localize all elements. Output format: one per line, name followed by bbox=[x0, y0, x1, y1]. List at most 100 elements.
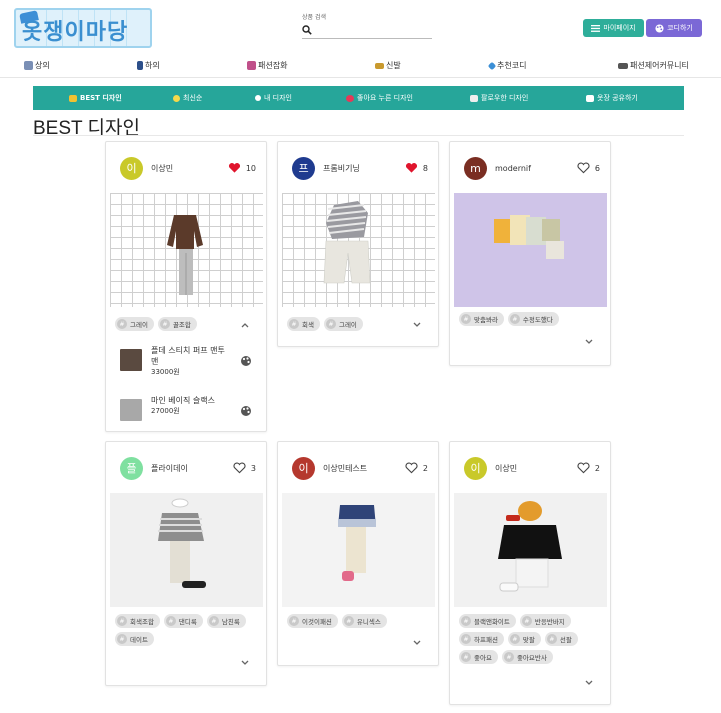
design-card[interactable]: 플 플라이데이 3 # 회색조합 # 댄디룩 # 남친룩 # 데이트 bbox=[105, 441, 267, 686]
tab-best-design[interactable]: BEST 디자인 bbox=[69, 93, 122, 103]
hashtag[interactable]: # 유니섹스 bbox=[341, 614, 387, 628]
category-bottom[interactable]: 하의 bbox=[137, 60, 160, 71]
outfit-illustration bbox=[494, 215, 564, 259]
category-community[interactable]: 패션제어커뮤니티 bbox=[618, 60, 689, 71]
outfit-image[interactable] bbox=[282, 193, 435, 307]
tag-label: 데이트 bbox=[130, 636, 148, 644]
chevron-down-icon[interactable] bbox=[412, 639, 422, 647]
tag-label: 유니섹스 bbox=[356, 618, 381, 626]
hashtag[interactable]: # 좋아요 bbox=[459, 650, 498, 664]
hash-icon: # bbox=[546, 634, 557, 644]
mypage-button[interactable]: 마이페이지 bbox=[583, 19, 644, 37]
hashtag[interactable]: # 맞춤봐라 bbox=[459, 312, 504, 326]
chevron-down-icon[interactable] bbox=[412, 321, 422, 329]
design-card[interactable]: 이 이상민테스트 2 # 이것이패션 # 유니섹스 bbox=[277, 441, 439, 666]
like-count[interactable]: 2 bbox=[577, 462, 600, 474]
like-count[interactable]: 10 bbox=[228, 162, 256, 174]
search-icon[interactable] bbox=[302, 24, 312, 35]
outfit-item[interactable]: 마인 베이직 슬랙스 27000원 bbox=[120, 395, 260, 431]
hashtag[interactable]: # 댄디룩 bbox=[163, 614, 203, 628]
heart-filled-icon[interactable] bbox=[228, 162, 241, 174]
design-card[interactable]: 이 이상민 10 # 그레이 # 꿀조합 플데 스티치 퍼프 맨투맨 33000원 … bbox=[105, 141, 267, 432]
username[interactable]: 이상민 bbox=[495, 463, 577, 474]
hashtag[interactable]: # 맞팔 bbox=[507, 632, 541, 646]
design-card[interactable]: 이 이상민 2 # 블랙앤화이트 # 반응반바지 # 하프패션 # 맞팔 # 선팔 # 좋아… bbox=[449, 441, 611, 705]
hashtag[interactable]: # 선팔 bbox=[544, 632, 578, 646]
username[interactable]: 이상민테스트 bbox=[323, 463, 405, 474]
outfit-item[interactable]: 플데 스티치 퍼프 맨투맨 33000원 bbox=[120, 345, 260, 381]
heart-outline-icon[interactable] bbox=[577, 462, 590, 474]
hashtag[interactable]: # 좋아요반사 bbox=[501, 650, 553, 664]
like-count[interactable]: 2 bbox=[405, 462, 428, 474]
heart-outline-icon[interactable] bbox=[405, 462, 418, 474]
hashtag[interactable]: # 회색조합 bbox=[115, 614, 160, 628]
like-count[interactable]: 8 bbox=[405, 162, 428, 174]
heart-outline-icon[interactable] bbox=[233, 462, 246, 474]
design-card[interactable]: 프 프롬비기닝 8 # 회색 # 그레이 bbox=[277, 141, 439, 347]
hashtag[interactable]: # 그레이 bbox=[323, 317, 363, 331]
logo[interactable]: 옷쟁이마당 bbox=[14, 8, 152, 48]
hashtag[interactable]: # 꿀조합 bbox=[157, 317, 197, 331]
hashtag[interactable]: # 데이트 bbox=[115, 632, 154, 646]
tab-latest[interactable]: 최신순 bbox=[173, 93, 202, 103]
outfit-image[interactable] bbox=[454, 493, 607, 607]
chevron-down-icon[interactable] bbox=[584, 338, 594, 346]
hashtag[interactable]: # 이것이패션 bbox=[287, 614, 338, 628]
like-count[interactable]: 6 bbox=[577, 162, 600, 174]
category-accessories[interactable]: 패션잡화 bbox=[247, 60, 287, 71]
outfit-image[interactable] bbox=[454, 193, 607, 307]
search-label: 상품 검색 bbox=[302, 14, 326, 21]
username[interactable]: 프롬비기닝 bbox=[323, 163, 405, 174]
design-card[interactable]: m modernif 6 # 맞춤봐라 # 수정도했다 bbox=[449, 141, 611, 366]
avatar[interactable]: 플 bbox=[120, 456, 143, 480]
tab-liked-design[interactable]: 좋아요 누른 디자인 bbox=[346, 93, 413, 103]
category-recommend[interactable]: 추천코디 bbox=[487, 60, 526, 71]
chevron-up-icon[interactable] bbox=[240, 321, 250, 329]
hashtag[interactable]: # 그레이 bbox=[115, 317, 154, 331]
tag-label: 회색조합 bbox=[130, 618, 154, 626]
like-count[interactable]: 3 bbox=[233, 462, 256, 474]
codi-button[interactable]: 코디하기 bbox=[646, 19, 702, 37]
heart-outline-icon[interactable] bbox=[577, 162, 590, 174]
avatar[interactable]: 이 bbox=[464, 456, 487, 480]
hashtag[interactable]: # 블랙앤화이트 bbox=[459, 614, 516, 628]
search-input[interactable] bbox=[302, 21, 432, 39]
tab-following-design[interactable]: 팔로우한 디자인 bbox=[470, 93, 528, 103]
item-name[interactable]: 마인 베이직 슬랙스 bbox=[151, 395, 231, 406]
tab-share-closet[interactable]: 옷장 공유하기 bbox=[586, 93, 638, 103]
divider bbox=[33, 135, 684, 136]
hash-icon: # bbox=[117, 616, 127, 626]
item-name[interactable]: 플데 스티치 퍼프 맨투맨 bbox=[151, 345, 231, 367]
search-box[interactable]: 상품 검색 bbox=[302, 12, 432, 39]
outfit-image[interactable] bbox=[282, 493, 435, 607]
hashtag[interactable]: # 회색 bbox=[287, 317, 320, 331]
tag-label: 반응반바지 bbox=[534, 618, 565, 626]
outfit-image[interactable] bbox=[110, 193, 263, 307]
username[interactable]: modernif bbox=[495, 164, 577, 173]
card-header: 이 이상민테스트 2 bbox=[292, 456, 428, 480]
category-top[interactable]: 상의 bbox=[24, 60, 50, 71]
hashtag[interactable]: # 수정도했다 bbox=[507, 312, 559, 326]
chevron-down-icon[interactable] bbox=[584, 679, 594, 687]
palette-icon[interactable] bbox=[240, 355, 252, 367]
outfit-image[interactable] bbox=[110, 493, 263, 607]
avatar[interactable]: m bbox=[464, 156, 487, 180]
hashtag[interactable]: # 하프패션 bbox=[459, 632, 504, 646]
username[interactable]: 플라이데이 bbox=[151, 463, 233, 474]
avatar[interactable]: 이 bbox=[292, 456, 315, 480]
palette-icon[interactable] bbox=[240, 405, 252, 417]
category-shoes[interactable]: 신발 bbox=[375, 60, 401, 71]
chevron-down-icon[interactable] bbox=[240, 659, 250, 667]
category-label: 상의 bbox=[35, 61, 50, 70]
crown-icon bbox=[69, 94, 77, 102]
hashtag[interactable]: # 남친룩 bbox=[206, 614, 246, 628]
hashtag[interactable]: # 반응반바지 bbox=[519, 614, 571, 628]
sparkle-icon bbox=[173, 94, 180, 102]
heart-filled-icon[interactable] bbox=[405, 162, 418, 174]
item-thumbnail[interactable] bbox=[120, 349, 142, 371]
username[interactable]: 이상민 bbox=[151, 163, 228, 174]
item-thumbnail[interactable] bbox=[120, 399, 142, 421]
avatar[interactable]: 이 bbox=[120, 156, 143, 180]
tab-my-design[interactable]: 내 디자인 bbox=[255, 93, 292, 103]
avatar[interactable]: 프 bbox=[292, 156, 315, 180]
